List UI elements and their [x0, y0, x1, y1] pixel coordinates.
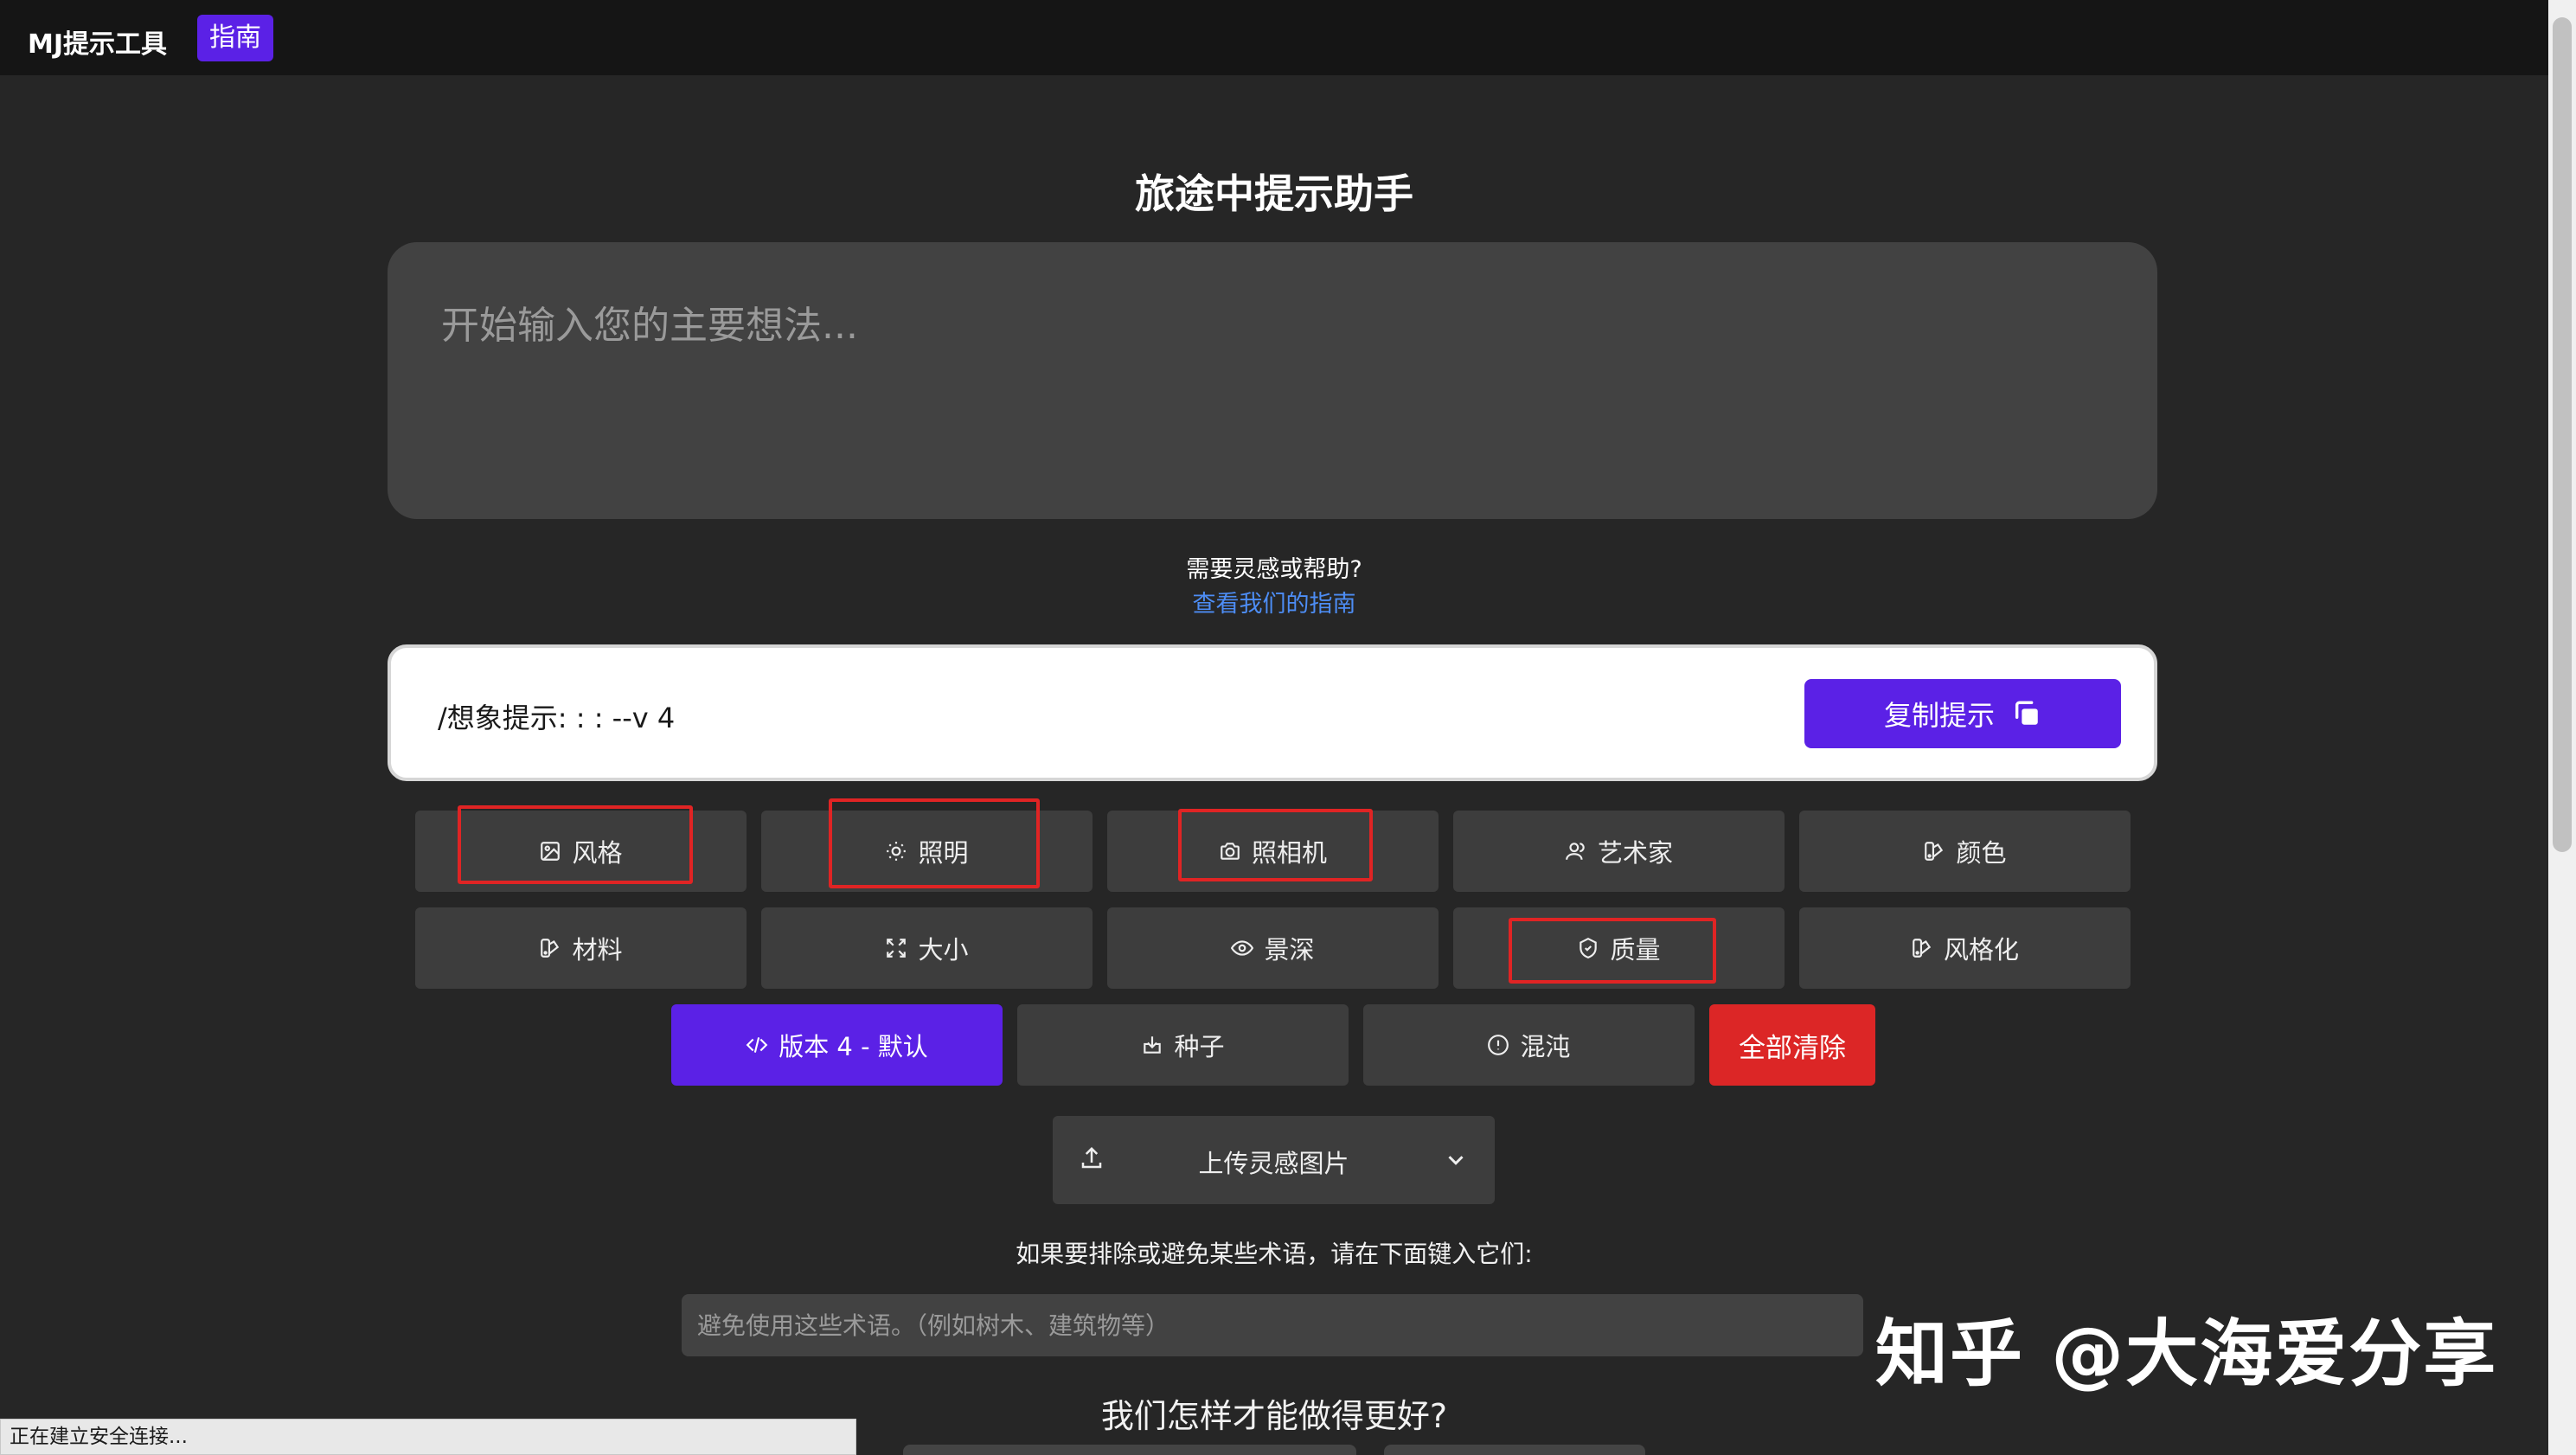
option-label: 混沌: [1520, 1032, 1571, 1061]
users-icon: [1566, 843, 1585, 860]
exclude-terms-input[interactable]: [682, 1294, 1863, 1356]
option-label: 质量: [1610, 935, 1661, 965]
code-icon: [746, 1037, 768, 1053]
version-button[interactable]: 版本 4 - 默认: [671, 1004, 1003, 1086]
page-title: 旅途中提示助手: [1135, 170, 1413, 217]
lightbulb-icon: [887, 842, 907, 861]
option-label: 大小: [918, 935, 969, 965]
option-material-button[interactable]: 材料: [415, 907, 747, 989]
brand-logo[interactable]: MJ提示工具: [28, 22, 167, 61]
copy-icon: [2015, 701, 2038, 725]
option-label: 种子: [1174, 1032, 1225, 1061]
copy-prompt-button[interactable]: 复制提示: [1804, 679, 2121, 748]
option-label: 材料: [572, 935, 623, 965]
prompt-output-box: /想象提示: : : --v 4 复制提示: [388, 644, 2157, 781]
image-icon: [541, 842, 561, 861]
chaos-button[interactable]: 混沌: [1363, 1004, 1695, 1086]
option-lighting-button[interactable]: 照明: [761, 811, 1093, 892]
option-color-button[interactable]: 颜色: [1799, 811, 2131, 892]
download-icon: [1144, 1036, 1162, 1054]
upload-inspiration-dropdown[interactable]: 上传灵感图片: [1053, 1116, 1495, 1204]
scrollbar-thumb[interactable]: [2553, 17, 2572, 852]
nav-guide-link[interactable]: 指南: [197, 15, 273, 61]
chevron-down-icon: [1448, 1156, 1464, 1165]
watermark-text: 知乎 @大海爱分享: [1875, 1311, 2498, 1396]
option-label: 照相机: [1251, 838, 1327, 868]
top-nav-bar: MJ提示工具 指南: [0, 0, 2548, 75]
option-label: 风格化: [1943, 935, 2019, 965]
clear-all-button[interactable]: 全部清除: [1709, 1004, 1875, 1086]
alert-circle-icon: [1488, 1035, 1509, 1055]
exclude-label: 如果要排除或避免某些术语，请在下面键入它们:: [1016, 1240, 1533, 1268]
seed-button[interactable]: 种子: [1017, 1004, 1349, 1086]
option-label: 风格: [572, 838, 623, 868]
option-label: 全部清除: [1739, 1032, 1846, 1064]
option-label: 颜色: [1956, 838, 2007, 868]
option-quality-button[interactable]: 质量: [1453, 907, 1785, 989]
option-label: 版本 4 - 默认: [779, 1032, 928, 1061]
option-style-button[interactable]: 风格: [415, 811, 747, 892]
option-artist-button[interactable]: 艺术家: [1453, 811, 1785, 892]
help-question: 需要灵感或帮助?: [1186, 556, 1362, 583]
prompt-text: /想象提示: : : --v 4: [438, 702, 676, 734]
option-label: 照明: [918, 838, 969, 868]
palette-icon: [1925, 842, 1944, 861]
expand-icon: [887, 939, 907, 958]
upload-label: 上传灵感图片: [1198, 1149, 1349, 1178]
shield-icon: [1580, 937, 1598, 958]
option-stylize-button[interactable]: 风格化: [1799, 907, 2131, 989]
eye-icon: [1231, 940, 1254, 956]
option-size-button[interactable]: 大小: [761, 907, 1093, 989]
palette-icon: [541, 939, 560, 958]
camera-icon: [1221, 843, 1240, 860]
option-camera-button[interactable]: 照相机: [1107, 811, 1439, 892]
guide-link[interactable]: 查看我们的指南: [0, 585, 2548, 619]
feedback-button-partial-2[interactable]: [1384, 1445, 1645, 1455]
main-idea-input[interactable]: [388, 242, 2157, 519]
option-depth-of-field-button[interactable]: 景深: [1107, 907, 1439, 989]
browser-status-bar: 正在建立安全连接...: [0, 1419, 856, 1455]
option-label: 艺术家: [1597, 838, 1673, 868]
option-label: 景深: [1264, 935, 1315, 965]
copy-prompt-label: 复制提示: [1883, 699, 1995, 732]
feedback-button-partial[interactable]: [903, 1445, 1356, 1455]
palette-icon: [1913, 939, 1932, 958]
